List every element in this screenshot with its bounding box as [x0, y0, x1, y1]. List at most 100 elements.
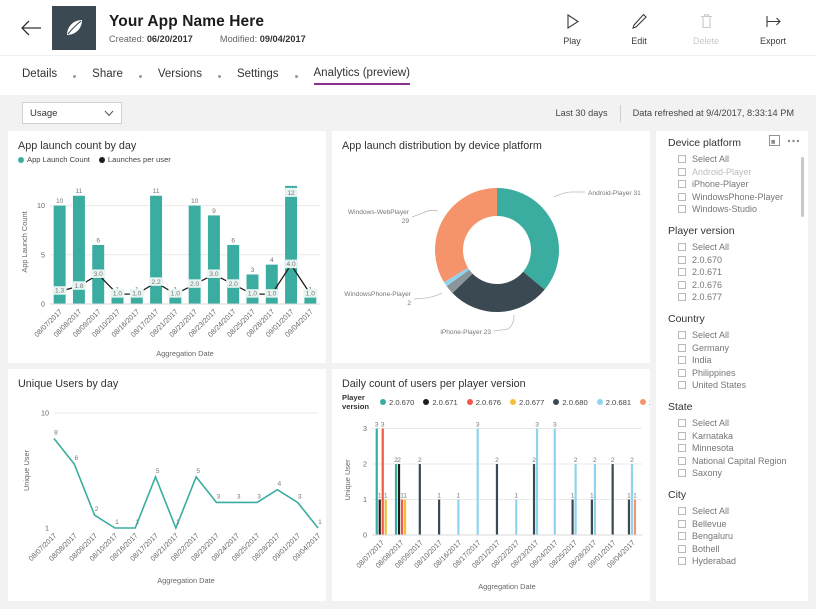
- legend-item[interactable]: 2.0.681: [596, 398, 631, 407]
- bar[interactable]: [384, 499, 387, 535]
- back-button[interactable]: [14, 11, 48, 45]
- tab-details[interactable]: Details: [22, 68, 57, 84]
- legend-item[interactable]: 2.0.677: [510, 398, 544, 407]
- filter-option-karnataka[interactable]: Karnataka: [678, 431, 798, 441]
- bar[interactable]: [285, 185, 298, 304]
- checkbox-icon[interactable]: [678, 431, 686, 440]
- filter-option-iphone-player[interactable]: iPhone-Player: [678, 179, 798, 189]
- checkbox-icon[interactable]: [678, 456, 686, 465]
- bar[interactable]: [553, 428, 556, 535]
- legend-item[interactable]: 2.0.676: [466, 398, 501, 407]
- checkbox-icon[interactable]: [678, 444, 686, 452]
- bar[interactable]: [188, 205, 201, 304]
- filter-option-android-player[interactable]: Android-Player: [678, 167, 798, 177]
- checkbox-icon[interactable]: [678, 544, 686, 553]
- filter-option-bellevue[interactable]: Bellevue: [678, 519, 798, 529]
- bar[interactable]: [574, 464, 577, 535]
- filter-option-select-all[interactable]: Select All: [678, 330, 798, 340]
- tab-analytics[interactable]: Analytics (preview): [313, 67, 411, 85]
- bar[interactable]: [265, 264, 278, 304]
- bar[interactable]: [590, 499, 593, 535]
- filter-option-windowsphone-player[interactable]: WindowsPhone-Player: [678, 192, 798, 202]
- checkbox-icon[interactable]: [678, 293, 686, 301]
- filter-option-select-all[interactable]: Select All: [678, 154, 798, 164]
- filter-option-india[interactable]: India: [678, 355, 798, 365]
- filter-option-saxony[interactable]: Saxony: [678, 468, 798, 478]
- bar[interactable]: [457, 499, 460, 535]
- tab-versions[interactable]: Versions: [158, 68, 202, 84]
- ellipsis-icon[interactable]: [787, 139, 800, 143]
- filter-option-hyderabad[interactable]: Hyderabad: [678, 556, 798, 566]
- usage-dropdown[interactable]: Usage: [22, 102, 122, 124]
- sidebar-scrollbar[interactable]: [801, 157, 804, 217]
- checkbox-icon[interactable]: [678, 155, 686, 163]
- legend-item[interactable]: 2.0.690: [640, 398, 650, 407]
- bar[interactable]: [593, 464, 596, 535]
- filter-option-national-capital-region[interactable]: National Capital Region: [678, 456, 798, 466]
- checkbox-icon[interactable]: [678, 469, 686, 477]
- focus-mode-icon[interactable]: [769, 135, 780, 146]
- checkbox-icon[interactable]: [678, 519, 686, 528]
- bar[interactable]: [400, 499, 404, 535]
- filter-option-2-0-670[interactable]: 2.0.670: [678, 255, 798, 265]
- filter-option-minnesota[interactable]: Minnesota: [678, 443, 798, 453]
- export-button[interactable]: Export: [752, 12, 794, 46]
- filter-option-bengaluru[interactable]: Bengaluru: [678, 531, 798, 541]
- bar[interactable]: [495, 464, 499, 535]
- bar[interactable]: [627, 499, 631, 535]
- checkbox-icon[interactable]: [678, 180, 686, 188]
- legend-item[interactable]: App Launch Count: [18, 155, 90, 164]
- tab-settings[interactable]: Settings: [237, 68, 279, 84]
- checkbox-icon[interactable]: [678, 268, 686, 276]
- bar[interactable]: [633, 499, 637, 535]
- filter-option-2-0-676[interactable]: 2.0.676: [678, 280, 798, 290]
- checkbox-icon[interactable]: [678, 192, 686, 201]
- filter-option-2-0-677[interactable]: 2.0.677: [678, 292, 798, 302]
- filter-option-bothell[interactable]: Bothell: [678, 544, 798, 554]
- checkbox-icon[interactable]: [678, 255, 686, 264]
- bar[interactable]: [207, 215, 220, 304]
- checkbox-icon[interactable]: [678, 368, 686, 377]
- filter-option-windows-studio[interactable]: Windows-Studio: [678, 204, 798, 214]
- checkbox-icon[interactable]: [678, 532, 686, 540]
- checkbox-icon[interactable]: [678, 507, 686, 515]
- checkbox-icon[interactable]: [678, 331, 686, 339]
- filter-option-select-all[interactable]: Select All: [678, 418, 798, 428]
- filter-option-2-0-671[interactable]: 2.0.671: [678, 267, 798, 277]
- bar[interactable]: [378, 499, 381, 535]
- legend-item[interactable]: 2.0.680: [553, 398, 588, 407]
- legend-item[interactable]: 2.0.671: [423, 398, 458, 407]
- filter-option-select-all[interactable]: Select All: [678, 506, 798, 516]
- play-button[interactable]: Play: [551, 12, 593, 46]
- donut-slice[interactable]: [435, 188, 497, 283]
- tab-share[interactable]: Share: [92, 68, 123, 84]
- filter-option-philippines[interactable]: Philippines: [678, 368, 798, 378]
- filter-option-united-states[interactable]: United States: [678, 380, 798, 390]
- bar[interactable]: [394, 464, 398, 535]
- bar[interactable]: [375, 428, 378, 535]
- bar[interactable]: [381, 428, 384, 535]
- bar[interactable]: [571, 499, 574, 535]
- bar[interactable]: [438, 499, 441, 535]
- filter-option-germany[interactable]: Germany: [678, 343, 798, 353]
- bar[interactable]: [532, 464, 536, 535]
- checkbox-icon[interactable]: [678, 419, 686, 427]
- bar[interactable]: [611, 464, 614, 535]
- bar[interactable]: [418, 464, 421, 535]
- bar[interactable]: [150, 195, 163, 304]
- bar[interactable]: [476, 428, 479, 535]
- checkbox-icon[interactable]: [678, 280, 686, 289]
- checkbox-icon[interactable]: [678, 381, 686, 389]
- checkbox-icon[interactable]: [678, 557, 686, 565]
- filter-option-select-all[interactable]: Select All: [678, 242, 798, 252]
- donut-slice[interactable]: [497, 188, 559, 290]
- checkbox-icon[interactable]: [678, 205, 686, 213]
- bar[interactable]: [227, 244, 240, 304]
- checkbox-icon[interactable]: [678, 167, 686, 176]
- checkbox-icon[interactable]: [678, 343, 686, 352]
- checkbox-icon[interactable]: [678, 243, 686, 251]
- bar[interactable]: [403, 499, 407, 535]
- bar[interactable]: [515, 499, 518, 535]
- legend-item[interactable]: 2.0.670: [380, 398, 414, 407]
- legend-item[interactable]: Launches per user: [98, 155, 171, 164]
